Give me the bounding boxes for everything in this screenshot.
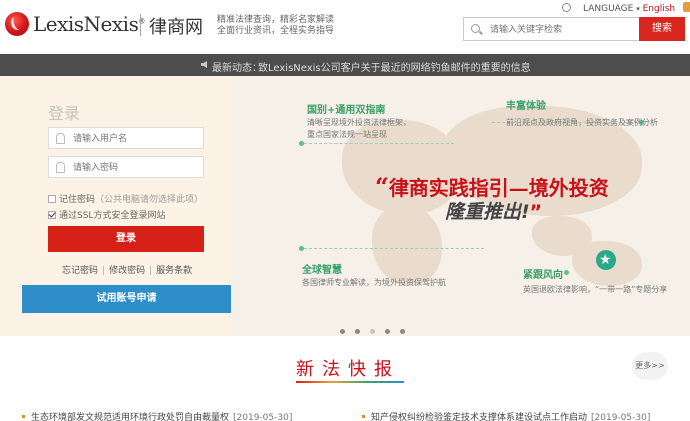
node-dot	[299, 246, 304, 251]
news-date: [2019-05-30]	[233, 413, 293, 421]
change-password-link[interactable]: 修改密码	[109, 266, 145, 276]
remember-label[interactable]: 记住密码	[59, 195, 95, 205]
close-quote: ”	[529, 201, 543, 223]
feature-desc: 英国退欧法律影响，“一带一路”专题分享	[523, 285, 668, 294]
news-title[interactable]: 知产侵权纠纷检验鉴定技术支撑体系建设试点工作启动	[371, 413, 587, 421]
carousel-dot-5[interactable]	[400, 329, 405, 334]
notice-label: 最新动态：	[212, 63, 262, 74]
terms-link[interactable]: 服务条款	[156, 266, 192, 276]
carousel-dots	[340, 319, 415, 336]
connector-line	[304, 248, 484, 249]
brand-cn-name[interactable]: 律商网	[149, 13, 203, 39]
login-links: 忘记密码 | 修改密码 | 服务条款	[62, 263, 192, 276]
remember-checkbox[interactable]	[48, 195, 56, 203]
login-button[interactable]: 登录	[48, 226, 204, 252]
bullet-icon	[22, 415, 25, 418]
login-title: 登录	[48, 104, 81, 123]
weibo-icon[interactable]	[682, 2, 690, 12]
forgot-password-link[interactable]: 忘记密码	[62, 266, 98, 276]
globe-icon	[562, 3, 571, 12]
speaker-icon	[201, 61, 207, 68]
carousel-dot-3[interactable]	[370, 329, 375, 334]
search-input[interactable]	[490, 21, 630, 38]
feature-desc: 重点国家法规一站呈现	[307, 130, 387, 139]
feature-title: 丰富体验	[506, 101, 546, 112]
lexisnexis-logo-icon[interactable]	[5, 12, 29, 36]
star-badge-icon	[596, 250, 616, 270]
ssl-row: 通过SSL方式安全登录网站	[48, 208, 165, 221]
link-separator: |	[102, 266, 106, 276]
feature-desc: 各国律师专业解读，为境外投资保驾护航	[302, 278, 446, 287]
trial-account-button[interactable]: 试用账号申请	[22, 285, 231, 313]
connector-line	[304, 143, 454, 144]
language-label: LANGUAGE	[583, 4, 634, 14]
feature-title: 全球智慧	[302, 265, 342, 276]
news-item[interactable]: 生态环境部发文规范适用环境行政处罚自由裁量权 [2019-05-30]	[22, 410, 292, 421]
slogan-line-1: 精准法律查询，精彩名家解读	[217, 15, 335, 25]
remember-hint: （公共电脑请勿选择此项）	[95, 195, 204, 205]
top-links: LANGUAGE ▾ English	[562, 2, 690, 14]
bullet-icon	[362, 415, 365, 418]
search-button[interactable]: 搜索	[639, 17, 685, 41]
title-underline	[296, 381, 404, 383]
subline-text: 隆重推出!	[445, 201, 530, 223]
lock-icon	[56, 162, 65, 173]
feature-trend: 紧跟风向 英国退欧法律影响，“一带一路”专题分享	[523, 266, 667, 295]
slogan-line-2: 全面行业资讯，全程实务指导	[217, 26, 335, 36]
node-dot	[299, 141, 304, 146]
news-title[interactable]: 生态环境部发文规范适用环境行政处罚自由裁量权	[31, 413, 229, 421]
english-link[interactable]: English	[643, 4, 676, 14]
carousel-dot-1[interactable]	[340, 329, 345, 334]
feature-wisdom: 全球智慧 各国律师专业解读，为境外投资保驾护航	[302, 261, 446, 288]
banner-subline: 隆重推出!”	[445, 197, 542, 224]
search-icon	[471, 24, 480, 33]
password-field	[48, 156, 204, 178]
open-quote: “	[375, 172, 389, 201]
news-section-title: 新法快报	[296, 359, 400, 380]
user-icon	[56, 133, 65, 144]
language-chevron-icon[interactable]: ▾	[636, 5, 640, 13]
feature-experience: 丰富体验 前沿观点及政府视角，投资实务及案例分析	[506, 97, 658, 128]
feature-guide: 国别+通用双指南 清晰呈现境外投资法律框架， 重点国家法规一站呈现	[307, 101, 411, 140]
notice-bar: 最新动态： 致LexisNexis公司客户关于最近的网络钓鱼邮件的重要的信息	[0, 54, 690, 76]
news-date: [2019-05-30]	[591, 413, 651, 421]
login-panel: 登录 记住密码（公共电脑请勿选择此项） 通过SSL方式安全登录网站 登录 忘记密…	[0, 76, 232, 336]
feature-title: 紧跟风向	[523, 270, 563, 281]
brand-name[interactable]: LexisNexis®	[33, 12, 145, 36]
carousel-dot-2[interactable]	[355, 329, 360, 334]
search-box	[463, 17, 639, 41]
brand-divider	[140, 14, 141, 36]
link-separator: |	[149, 266, 153, 276]
news-item[interactable]: 知产侵权纠纷检验鉴定技术支撑体系建设试点工作启动 [2019-05-30]	[362, 410, 650, 421]
username-input[interactable]	[73, 131, 201, 146]
more-news-button[interactable]: 更多>>	[632, 352, 668, 380]
notice-link[interactable]: 致LexisNexis公司客户关于最近的网络钓鱼邮件的重要的信息	[258, 59, 531, 74]
banner: 登录 记住密码（公共电脑请勿选择此项） 通过SSL方式安全登录网站 登录 忘记密…	[0, 76, 690, 336]
feature-desc: 前沿观点及政府视角，投资实务及案例分析	[506, 118, 658, 127]
remember-row: 记住密码（公共电脑请勿选择此项）	[48, 192, 203, 205]
slogan: 精准法律查询，精彩名家解读 全面行业资讯，全程实务指导	[217, 15, 337, 37]
feature-desc: 清晰呈现境外投资法律框架，	[307, 118, 411, 127]
carousel-dot-4[interactable]	[385, 329, 390, 334]
password-input[interactable]	[73, 160, 201, 175]
feature-title: 国别+通用双指南	[307, 105, 386, 116]
ssl-label[interactable]: 通过SSL方式安全登录网站	[59, 211, 165, 221]
ssl-checkbox[interactable]	[48, 211, 56, 219]
username-field	[48, 127, 204, 149]
header: LexisNexis® 律商网 精准法律查询，精彩名家解读 全面行业资讯，全程实…	[0, 0, 690, 54]
